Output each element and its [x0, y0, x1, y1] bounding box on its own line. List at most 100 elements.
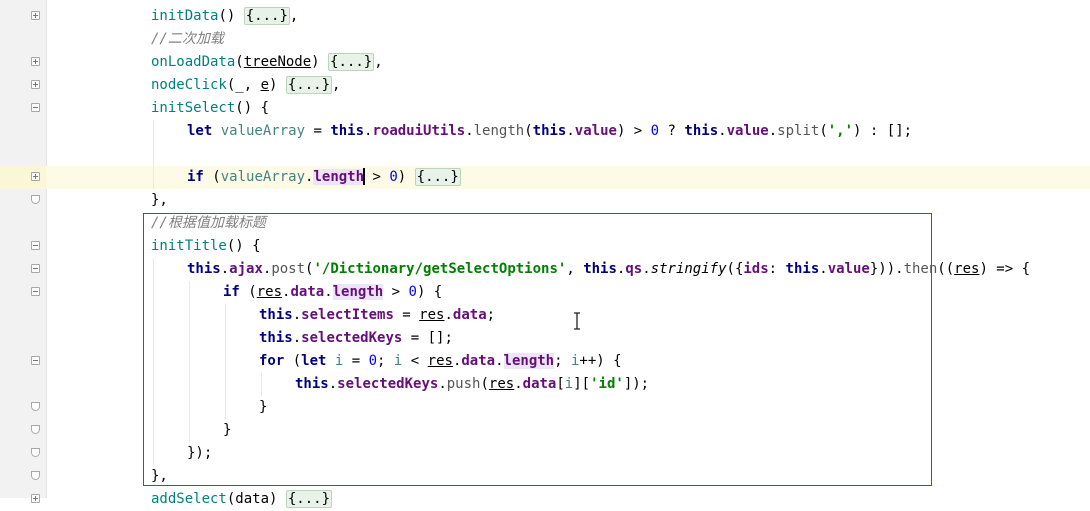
gutter-cell [0, 327, 46, 350]
code-token: ) [269, 76, 286, 93]
fold-expand-icon[interactable] [31, 10, 40, 20]
fold-end-icon[interactable] [31, 424, 40, 434]
folded-block[interactable]: {...} [285, 75, 333, 94]
gutter-cell [0, 143, 46, 166]
code-token: if [187, 168, 213, 185]
code-token: ) > [616, 122, 651, 139]
code-token: //二次加载 [151, 30, 224, 47]
gutter-cell [0, 419, 46, 442]
gutter-cell [0, 465, 46, 488]
gutter-cell [0, 97, 46, 120]
gutter-cell [0, 488, 46, 511]
code-token: e [260, 76, 270, 93]
fold-end-icon[interactable] [31, 194, 40, 204]
fold-collapse-icon[interactable] [31, 240, 40, 250]
code-token: . [465, 122, 474, 139]
fold-expand-icon[interactable] [31, 79, 40, 89]
code-token: ( [235, 53, 244, 70]
code-token: value [726, 122, 769, 139]
code-token: (data) [226, 490, 286, 507]
gutter-cell [0, 5, 46, 28]
code-token: split [777, 122, 820, 139]
code-token: this [532, 122, 567, 139]
gutter-cell [0, 396, 46, 419]
code-line[interactable]: initData() {...}, [0, 5, 1090, 28]
folded-block[interactable]: {...} [285, 489, 333, 508]
fold-collapse-icon[interactable] [31, 355, 40, 365]
fold-end-icon[interactable] [31, 401, 40, 411]
fold-expand-icon[interactable] [31, 171, 40, 181]
code-line[interactable]: }, [0, 189, 1090, 212]
folded-block[interactable]: {...} [243, 6, 290, 25]
code-token: = [305, 122, 331, 139]
code-text: onLoadData(treeNode) {...}, [151, 51, 383, 74]
code-token: ) : []; [853, 122, 913, 139]
code-token: valueArray [220, 122, 306, 139]
code-text: addSelect(data) {...} [151, 488, 333, 511]
code-text: initData() {...}, [151, 5, 298, 28]
fold-expand-icon[interactable] [31, 493, 40, 503]
code-token: 0 [650, 122, 660, 139]
code-token: , [332, 76, 341, 93]
code-token: , [289, 7, 299, 24]
code-token: ( [212, 168, 221, 185]
code-token: (_, [226, 76, 261, 93]
text-cursor-icon [574, 312, 580, 330]
code-token: length [473, 122, 525, 139]
code-token: () [218, 7, 244, 24]
folded-block[interactable]: {...} [414, 167, 461, 186]
gutter-cell [0, 442, 46, 465]
code-text: }, [151, 189, 168, 212]
code-token: onLoadData [151, 53, 236, 70]
code-token: initData [151, 7, 219, 24]
indent-guide [153, 119, 154, 143]
fold-end-icon[interactable] [31, 447, 40, 457]
code-line[interactable]: let valueArray = this.roaduiUtils.length… [0, 119, 1090, 143]
gutter-cell [0, 304, 46, 327]
fold-expand-icon[interactable] [31, 56, 40, 66]
code-line[interactable]: nodeClick(_, e) {...}, [0, 74, 1090, 97]
gutter-cell [0, 165, 46, 189]
code-token: > [364, 168, 390, 185]
code-token: nodeClick [151, 76, 227, 93]
code-line[interactable]: initSelect() { [0, 97, 1090, 120]
fold-collapse-icon[interactable] [31, 286, 40, 296]
gutter-cell [0, 28, 46, 51]
code-text: let valueArray = this.roaduiUtils.length… [187, 120, 912, 143]
code-token: res [954, 260, 980, 277]
fold-end-icon[interactable] [31, 470, 40, 480]
code-line[interactable]: //二次加载 [0, 28, 1090, 51]
code-token: (( [937, 260, 955, 277]
code-text: initSelect() { [151, 97, 269, 120]
gutter-cell [0, 235, 46, 258]
fold-collapse-icon[interactable] [31, 263, 40, 273]
code-token: . [768, 122, 778, 139]
code-editor[interactable]: initData() {...},//二次加载 onLoadData(treeNo… [0, 0, 1090, 508]
code-token: () { [235, 99, 270, 116]
code-token: this [330, 122, 365, 139]
gutter-cell [0, 373, 46, 396]
code-line[interactable]: addSelect(data) {...} [0, 488, 1090, 511]
code-token: this [684, 122, 719, 139]
code-token: roaduiUtils [372, 122, 466, 139]
indent-guide [153, 142, 154, 166]
code-line[interactable]: onLoadData(treeNode) {...}, [0, 51, 1090, 74]
code-token: . [718, 122, 727, 139]
code-line[interactable] [0, 142, 1090, 166]
code-token: let [187, 122, 221, 139]
gutter-cell [0, 74, 46, 97]
code-token: ) [397, 168, 415, 185]
gutter-cell [0, 120, 46, 143]
code-token: }, [151, 191, 168, 208]
code-text: if (valueArray.length > 0) {...} [187, 166, 461, 189]
code-token: initSelect [151, 99, 236, 116]
code-line[interactable]: if (valueArray.length > 0) {...} [0, 165, 1090, 189]
code-token: value [574, 122, 617, 139]
gutter-cell [0, 350, 46, 373]
fold-collapse-icon[interactable] [31, 102, 40, 112]
gutter-cell [0, 189, 46, 212]
folded-block[interactable]: {...} [328, 52, 375, 71]
indent-guide [153, 165, 154, 189]
code-token: . [566, 122, 575, 139]
code-token: , [374, 53, 383, 70]
